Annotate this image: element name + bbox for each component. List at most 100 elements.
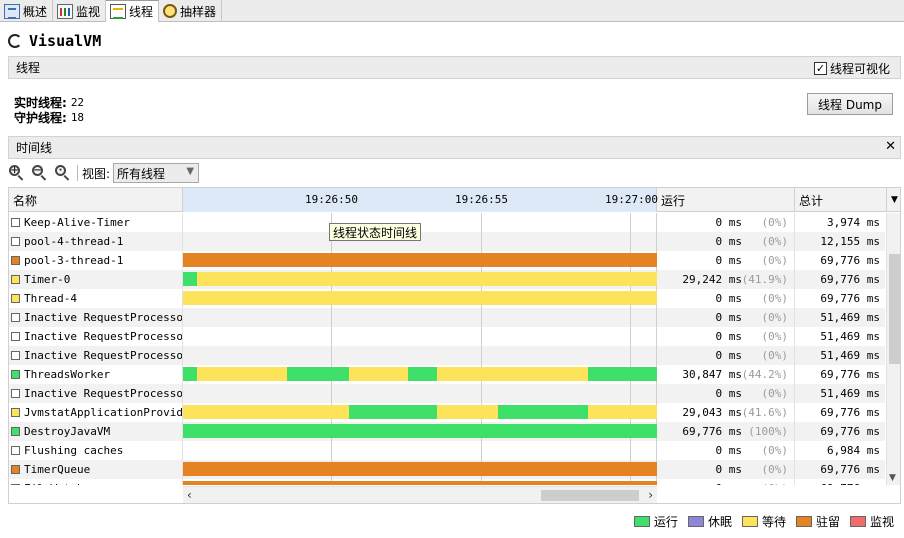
zoom-in-icon[interactable]: + — [8, 164, 26, 182]
column-header-timeline[interactable]: ⌃ 19:26:50 19:26:55 19:27:00 — [183, 188, 658, 212]
column-menu-icon[interactable]: ▼ — [887, 188, 900, 212]
timeline-segment-running — [588, 367, 657, 381]
table-row[interactable]: Inactive RequestProcessor thread 0 ms (0%)… — [9, 346, 885, 365]
thread-timeline-cell — [183, 365, 657, 384]
thread-name: pool-4-thread-1 — [24, 235, 124, 248]
thread-state-swatch — [11, 408, 20, 417]
thread-timeline-cell — [183, 327, 657, 346]
timeline-gridline — [630, 346, 631, 365]
timeline-gridline — [331, 308, 332, 327]
thread-name: Flushing caches — [24, 444, 124, 457]
table-row[interactable]: pool-4-thread-1 0 ms (0%) 12,155 ms — [9, 232, 885, 251]
running-time: 0 ms — [715, 349, 743, 362]
timeline-gridline — [630, 327, 631, 346]
tab-threads[interactable]: 线程 — [106, 0, 160, 22]
running-time: 0 ms — [716, 482, 743, 485]
running-time-cell: 0 ms (0%) — [657, 213, 795, 232]
table-row[interactable]: Timer-0 29,242 ms (41.9%) 69,776 ms — [9, 270, 885, 289]
column-header-total[interactable]: 总计 — [795, 188, 887, 212]
monitor-icon — [57, 3, 74, 19]
legend-label: 等待 — [761, 515, 786, 529]
running-percent: (100%) — [748, 425, 788, 438]
tab-overview[interactable]: 概述 — [0, 0, 54, 22]
zoom-fit-icon[interactable]: · — [54, 164, 72, 182]
thread-state-swatch — [11, 294, 20, 303]
table-row[interactable]: JvmstatApplicationProvider 29,043 ms (41.6… — [9, 403, 885, 422]
table-row[interactable]: DestroyJavaVM 69,776 ms (100%) 69,776 ms — [9, 422, 885, 441]
close-icon[interactable]: ✕ — [885, 139, 896, 154]
table-row[interactable]: pool-3-thread-1 0 ms (0%) 69,776 ms — [9, 251, 885, 270]
timeline-segment-wait — [197, 367, 288, 381]
zoom-out-icon[interactable]: − — [31, 164, 49, 182]
total-time-cell: 3,974 ms — [827, 216, 880, 229]
scroll-left-icon[interactable]: ‹ — [187, 488, 192, 502]
timeline-gridline — [481, 232, 482, 251]
tab-sampler[interactable]: 抽样器 — [159, 0, 223, 22]
vertical-scrollbar[interactable]: ▼ — [886, 213, 900, 485]
total-time-cell: 69,776 ms — [820, 292, 880, 305]
table-row[interactable]: Thread-4 0 ms (0%) 69,776 ms — [9, 289, 885, 308]
table-row[interactable]: Inactive RequestProcessor thread 0 ms (0%)… — [9, 327, 885, 346]
legend-swatch — [633, 516, 650, 527]
legend-swatch — [795, 516, 812, 527]
legend-label: 驻留 — [815, 515, 840, 529]
threads-section-title: 线程 — [16, 61, 41, 75]
running-percent: (0%) — [761, 216, 789, 229]
timeline-segment-wait — [197, 272, 657, 286]
table-row[interactable]: ThreadsWorker 30,847 ms (44.2%) 69,776 ms — [9, 365, 885, 384]
overview-icon — [4, 3, 20, 19]
horizontal-scroll-thumb[interactable] — [541, 490, 639, 501]
loading-spinner-icon — [8, 34, 22, 48]
column-header-running[interactable]: 运行 — [657, 188, 795, 212]
timeline-segment-wait — [348, 367, 409, 381]
timeline-segment-park — [183, 481, 657, 485]
thread-dump-button[interactable]: 线程 Dump — [807, 93, 893, 115]
tab-monitor[interactable]: 监视 — [53, 0, 107, 22]
legend-item-wait: 等待 — [741, 513, 786, 530]
timeline-gridline — [630, 441, 631, 460]
running-time: 0 ms — [715, 463, 743, 476]
timeline-segment-running — [348, 405, 437, 419]
timeline-gridline — [481, 327, 482, 346]
thread-state-swatch — [11, 446, 20, 455]
legend-swatch — [687, 516, 704, 527]
thread-name: Timer-0 — [24, 273, 71, 286]
table-row[interactable]: Flushing caches 0 ms (0%) 6,984 ms — [9, 441, 885, 460]
running-time-cell: 0 ms (0%) — [657, 441, 795, 460]
running-time-cell: 0 ms (0%) — [657, 308, 795, 327]
horizontal-scrollbar[interactable]: ‹ › — [183, 486, 657, 503]
view-label: 视图: — [82, 166, 111, 181]
running-time-cell: 30,847 ms (44.2%) — [657, 365, 795, 384]
visualize-threads-checkbox[interactable]: ✓ 线程可视化 — [813, 60, 890, 77]
thread-state-swatch — [11, 332, 20, 341]
timeline-tooltip: 线程状态时间线 — [329, 223, 422, 241]
view-select-value: 所有线程 — [117, 166, 166, 181]
thread-state-swatch — [11, 389, 20, 398]
running-time: 69,776 ms — [682, 425, 742, 438]
thread-name-cell: FileWatch — [9, 479, 183, 485]
table-row[interactable]: Inactive RequestProcessor thread 0 ms (0%)… — [9, 384, 885, 403]
scroll-right-icon[interactable]: › — [648, 488, 653, 502]
thread-name: FileWatch — [24, 482, 84, 485]
timeline-segment-wait — [436, 367, 589, 381]
timeline-gridline — [481, 213, 482, 232]
table-row[interactable]: Keep-Alive-Timer 0 ms (0%) 3,974 ms — [9, 213, 885, 232]
checkbox-box[interactable]: ✓ — [813, 62, 827, 75]
tab-overview-label: 概述 — [23, 4, 48, 19]
vertical-scroll-thumb[interactable] — [889, 254, 900, 364]
legend-swatch — [849, 516, 866, 527]
running-time: 0 ms — [715, 330, 743, 343]
table-row[interactable]: TimerQueue 0 ms (0%) 69,776 ms — [9, 460, 885, 479]
thread-name: TimerQueue — [24, 463, 91, 476]
scroll-down-icon[interactable]: ▼ — [889, 473, 896, 483]
view-select[interactable]: 所有线程 ▼ — [113, 163, 200, 183]
running-percent: (0%) — [761, 311, 789, 324]
total-time-cell: 51,469 ms — [820, 311, 880, 324]
total-time-cell: 69,776 ms — [820, 368, 880, 381]
thread-name-cell: Keep-Alive-Timer — [9, 213, 183, 232]
column-header-name[interactable]: 名称 — [9, 188, 183, 212]
timeline-segment-park — [183, 253, 657, 267]
tab-monitor-label: 监视 — [76, 4, 101, 19]
table-row[interactable]: Inactive RequestProcessor thread 0 ms (0%)… — [9, 308, 885, 327]
table-row[interactable]: FileWatch 0 ms (0%) 69,776 ms — [9, 479, 885, 485]
